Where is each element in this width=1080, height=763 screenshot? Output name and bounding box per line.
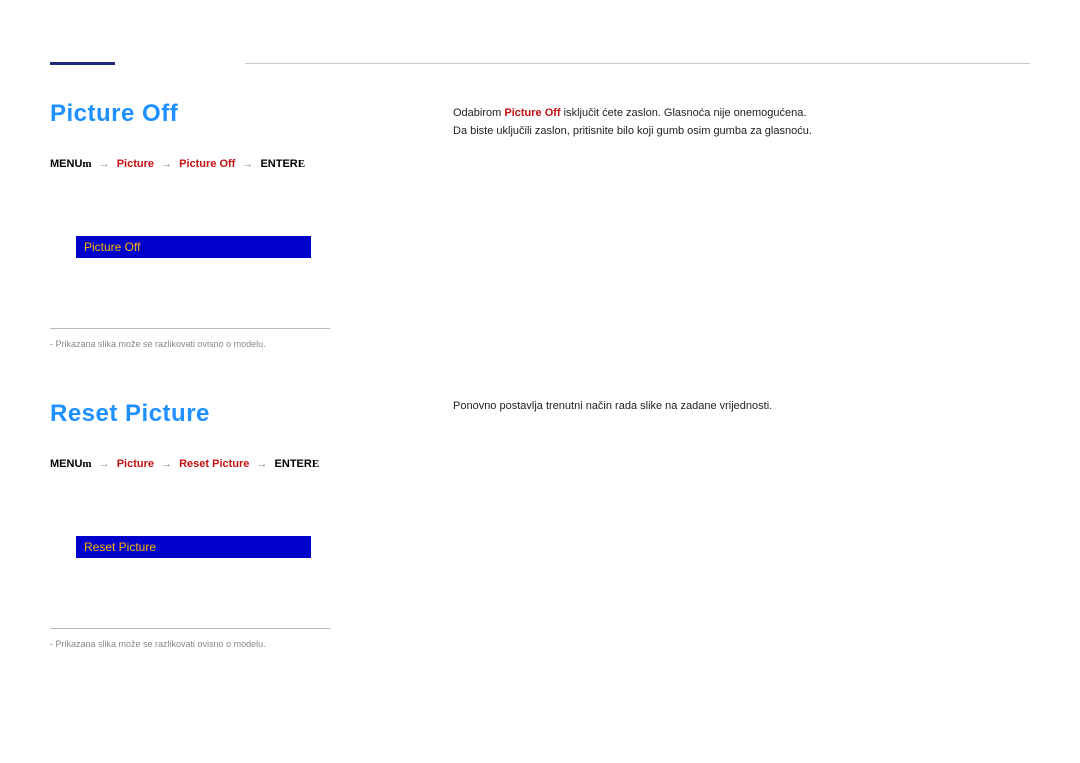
section-divider [50,328,330,329]
section-title: Reset Picture [50,400,330,428]
breadcrumb-arrow-icon: → [161,158,172,170]
menu-bar-reset-picture: Reset Picture [76,536,311,558]
section-title: Picture Off [50,100,330,128]
menu-bar-label: Reset Picture [84,540,156,554]
reset-picture-description: Ponovno postavlja trenutni način rada sl… [453,400,772,412]
picture-off-description: Odabirom Picture Off isključit ćete zasl… [453,105,812,140]
breadcrumb-item: Reset Picture [179,458,249,470]
breadcrumb-arrow-icon: → [242,158,253,170]
breadcrumb: MENUm → Picture → Reset Picture → ENTERE [50,458,330,470]
accent-bar [50,62,115,65]
desc-text: Odabirom [453,107,504,119]
menu-button-icon: m [82,458,91,470]
desc-line: Da biste uključili zaslon, pritisnite bi… [453,123,812,141]
section-divider [50,628,330,629]
breadcrumb-menu: MENU [50,158,82,170]
breadcrumb-item: Picture [117,158,154,170]
breadcrumb-arrow-icon: → [99,458,110,470]
picture-off-section: Picture Off MENUm → Picture → Picture Of… [50,100,330,349]
breadcrumb-item: Picture [117,458,154,470]
desc-red: Picture Off [504,107,560,119]
breadcrumb-arrow-icon: → [256,458,267,470]
breadcrumb-menu: MENU [50,458,82,470]
breadcrumb-arrow-icon: → [99,158,110,170]
desc-line: Ponovno postavlja trenutni način rada sl… [453,400,772,412]
enter-button-icon: E [312,458,319,470]
menu-bar-picture-off: Picture Off [76,236,311,258]
breadcrumb-item: Picture Off [179,158,235,170]
menu-bar-label: Picture Off [84,240,140,254]
menu-button-icon: m [82,158,91,170]
footnote: - Prikazana slika može se razlikovati ov… [50,339,330,349]
reset-picture-section: Reset Picture MENUm → Picture → Reset Pi… [50,400,330,649]
header-divider [245,63,1030,64]
desc-line: Odabirom Picture Off isključit ćete zasl… [453,105,812,123]
breadcrumb-enter: ENTER [275,458,312,470]
footnote: - Prikazana slika može se razlikovati ov… [50,639,330,649]
breadcrumb-enter: ENTER [260,158,297,170]
breadcrumb-arrow-icon: → [161,458,172,470]
breadcrumb: MENUm → Picture → Picture Off → ENTERE [50,158,330,170]
enter-button-icon: E [298,158,305,170]
desc-text: isključit ćete zaslon. Glasnoća nije one… [564,107,807,119]
